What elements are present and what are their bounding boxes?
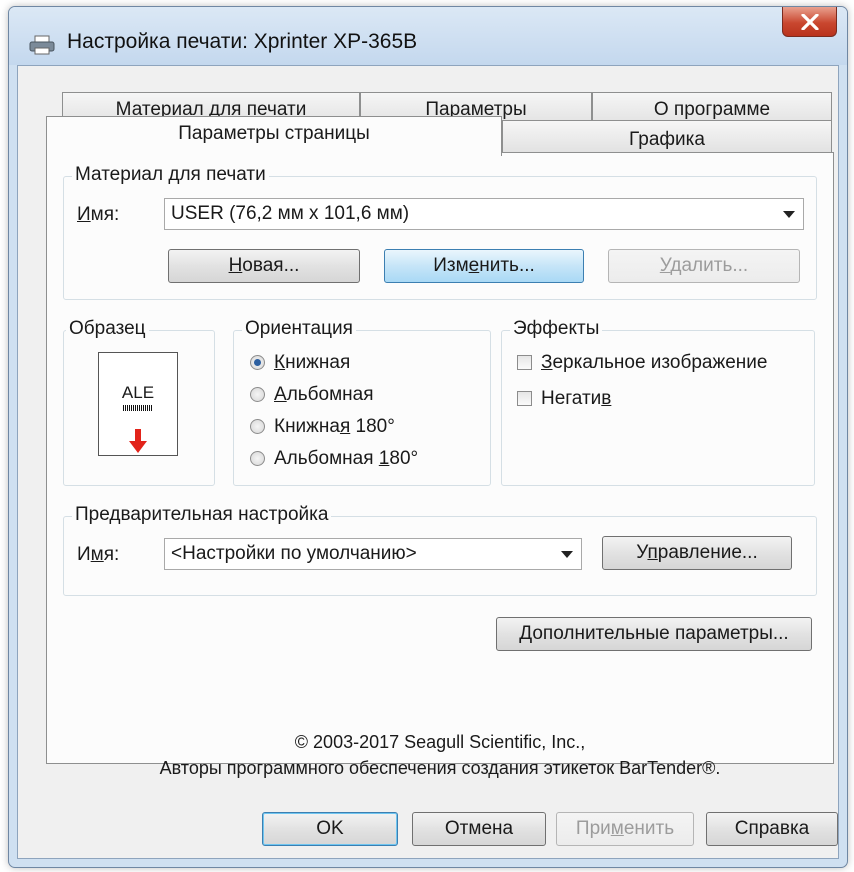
tab-label: О программе — [653, 99, 771, 120]
chevron-down-icon — [561, 551, 573, 558]
group-title: Образец — [66, 318, 149, 340]
group-title: Ориентация — [242, 318, 356, 340]
radio-label: Альбомная 180° — [274, 448, 419, 469]
button-text: е — [468, 255, 480, 276]
checkbox-label: Зеркальное изображение — [541, 352, 768, 373]
button-text: Н — [228, 255, 243, 276]
button-text: далить... — [670, 255, 749, 276]
close-button[interactable] — [782, 7, 837, 37]
tab-label: Графика — [629, 129, 705, 150]
group-title: Материал для печати — [72, 164, 269, 186]
group-title: Эффекты — [510, 318, 603, 340]
material-name-combo[interactable]: USER (76,2 мм x 101,6 мм) — [164, 198, 804, 230]
delete-material-button[interactable]: Удалить... — [608, 249, 800, 283]
radio-button[interactable] — [250, 387, 265, 402]
arrow-down-icon — [129, 429, 147, 453]
combo-value: USER (76,2 мм x 101,6 мм) — [171, 203, 410, 224]
button-text: нить... — [479, 255, 535, 276]
chevron-down-icon — [783, 211, 795, 218]
copyright-line-2: Авторы программного обеспечения создания… — [159, 758, 721, 778]
checkbox-label: Негатив — [541, 388, 612, 409]
ok-button[interactable]: OK — [262, 812, 398, 846]
radio-button[interactable] — [250, 355, 265, 370]
edit-material-button[interactable]: Изменить... — [384, 249, 584, 283]
close-icon — [801, 14, 819, 30]
barcode-icon — [123, 405, 153, 411]
radio-button[interactable] — [250, 419, 265, 434]
negative-checkbox[interactable] — [517, 391, 532, 406]
apply-button[interactable]: Применить — [556, 812, 694, 846]
cancel-button[interactable]: Отмена — [412, 812, 546, 846]
radio-label: Книжная — [274, 352, 351, 373]
sample-preview: ALE — [98, 352, 178, 456]
manage-presets-button[interactable]: Управление... — [602, 536, 792, 570]
advanced-options-button[interactable]: Дополнительные параметры... — [496, 617, 812, 651]
new-material-button[interactable]: Новая... — [168, 249, 360, 283]
preset-combo[interactable]: <Настройки по умолчанию> — [164, 538, 582, 570]
material-name-label: Имя: — [77, 204, 119, 226]
preset-name-label: Имя: — [77, 544, 120, 565]
radio-button[interactable] — [250, 451, 265, 466]
label-text: мя: — [90, 204, 120, 225]
button-text: Изм — [433, 255, 469, 276]
printer-icon — [29, 35, 55, 55]
button-text: овая... — [242, 255, 300, 276]
tab-label: Параметры страницы — [178, 123, 370, 144]
sample-text: ALE — [121, 383, 155, 402]
mirror-checkbox[interactable] — [517, 355, 532, 370]
tab-graphics[interactable]: Графика — [502, 120, 832, 154]
copyright-line-1: © 2003-2017 Seagull Scientific, Inc., — [294, 732, 586, 752]
window-title: Настройка печати: Xprinter XP-365B — [67, 30, 418, 53]
help-button[interactable]: Справка — [706, 812, 838, 846]
button-text: У — [659, 255, 671, 276]
radio-label: Книжная 180° — [274, 416, 395, 437]
label-text: И — [77, 204, 91, 225]
tab-page-setup[interactable]: Параметры страницы — [46, 116, 502, 156]
group-title: Предварительная настройка — [72, 504, 332, 526]
title-bar[interactable]: Настройка печати: Xprinter XP-365B — [9, 7, 847, 65]
radio-label: Альбомная — [274, 384, 374, 405]
combo-value: <Настройки по умолчанию> — [171, 543, 417, 564]
